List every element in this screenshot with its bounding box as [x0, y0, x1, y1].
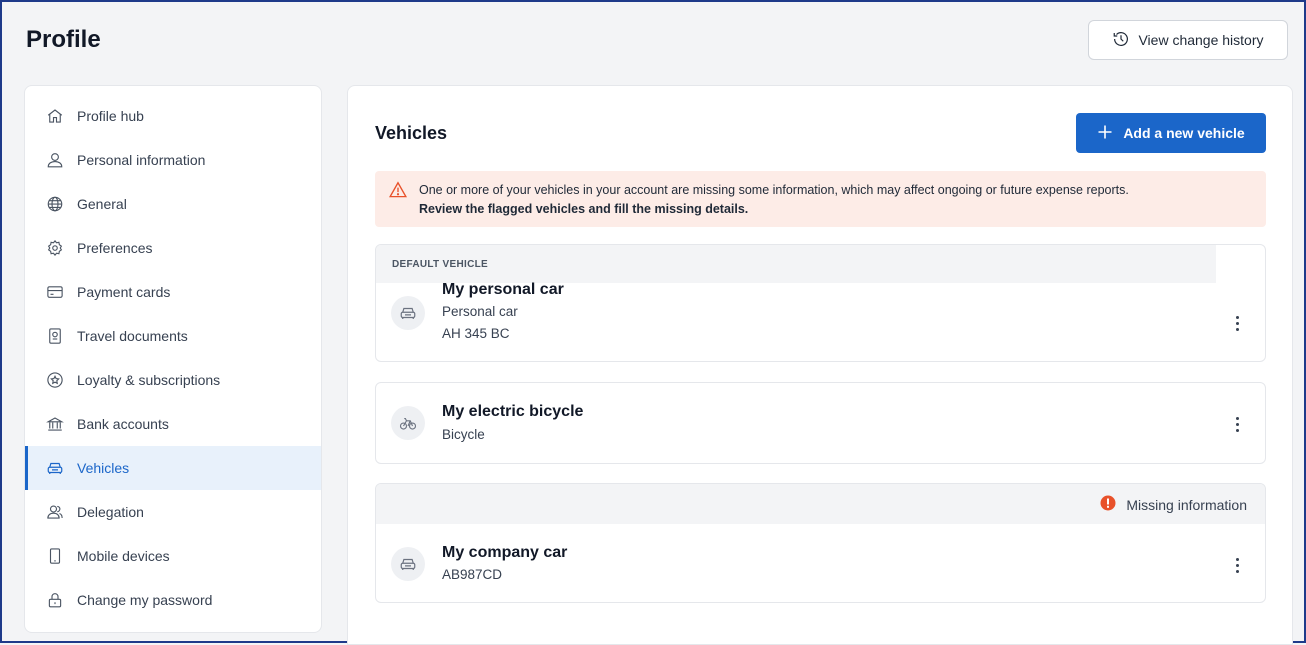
- view-change-history-label: View change history: [1138, 32, 1264, 48]
- error-icon: [1100, 495, 1116, 514]
- sidebar-item-label: Bank accounts: [77, 416, 169, 432]
- car-icon: [391, 296, 425, 330]
- sidebar-item-label: Mobile devices: [77, 548, 170, 564]
- missing-info-alert: One or more of your vehicles in your acc…: [375, 171, 1266, 227]
- sidebar-item-bank-accounts[interactable]: Bank accounts: [25, 402, 321, 446]
- sidebar-item-loyalty-subscriptions[interactable]: Loyalty & subscriptions: [25, 358, 321, 402]
- default-vehicle-label: DEFAULT VEHICLE: [392, 259, 488, 270]
- view-change-history-button[interactable]: View change history: [1088, 20, 1288, 60]
- missing-information-badge: Missing information: [1100, 495, 1247, 514]
- add-vehicle-button[interactable]: Add a new vehicle: [1076, 113, 1266, 153]
- warning-triangle-icon: [388, 181, 408, 204]
- profile-sidebar: Profile hub Personal information General…: [24, 85, 322, 633]
- sidebar-item-travel-documents[interactable]: Travel documents: [25, 314, 321, 358]
- card-icon: [45, 282, 65, 302]
- sidebar-item-label: Profile hub: [77, 108, 144, 124]
- sidebar-item-general[interactable]: General: [25, 182, 321, 226]
- sidebar-item-label: Payment cards: [77, 284, 171, 300]
- alert-line-2: Review the flagged vehicles and fill the…: [419, 202, 749, 216]
- car-icon: [45, 458, 65, 478]
- sidebar-item-label: Personal information: [77, 152, 206, 168]
- sidebar-item-vehicles[interactable]: Vehicles: [25, 446, 321, 490]
- home-icon: [45, 106, 65, 126]
- sidebar-item-personal-information[interactable]: Personal information: [25, 138, 321, 182]
- sidebar-item-change-my-password[interactable]: Change my password: [25, 578, 321, 622]
- sidebar-item-label: Travel documents: [77, 328, 188, 344]
- passport-icon: [45, 326, 65, 346]
- vehicle-type: Personal car: [442, 304, 518, 319]
- sidebar-item-label: General: [77, 196, 127, 212]
- bicycle-icon: [391, 406, 425, 440]
- section-title: Vehicles: [375, 123, 448, 143]
- globe-icon: [45, 194, 65, 214]
- sidebar-item-payment-cards[interactable]: Payment cards: [25, 270, 321, 314]
- more-options-icon[interactable]: [1227, 412, 1247, 436]
- vehicles-panel: Vehicles Add a new vehicle One or more o…: [347, 85, 1293, 645]
- user-icon: [45, 150, 65, 170]
- sidebar-item-profile-hub[interactable]: Profile hub: [25, 94, 321, 138]
- gear-icon: [45, 238, 65, 258]
- vehicle-name: My company car: [442, 544, 568, 561]
- sidebar-item-label: Delegation: [77, 504, 144, 520]
- card-header: DEFAULT VEHICLE: [376, 245, 1216, 283]
- star-badge-icon: [45, 370, 65, 390]
- bank-icon: [45, 414, 65, 434]
- sidebar-item-preferences[interactable]: Preferences: [25, 226, 321, 270]
- phone-icon: [45, 546, 65, 566]
- car-icon: [391, 547, 425, 581]
- sidebar-item-label: Vehicles: [77, 460, 130, 476]
- sidebar-item-label: Loyalty & subscriptions: [77, 372, 221, 388]
- users-icon: [45, 502, 65, 522]
- vehicle-name: My electric bicycle: [442, 403, 584, 420]
- card-header: Missing information: [376, 484, 1265, 524]
- page-title: Profile: [26, 26, 101, 53]
- vehicle-name: My personal car: [442, 281, 564, 298]
- lock-icon: [45, 590, 65, 610]
- more-options-icon[interactable]: [1227, 311, 1247, 335]
- sidebar-item-label: Preferences: [77, 240, 153, 256]
- history-icon: [1112, 30, 1130, 51]
- vehicle-plate: AB987CD: [442, 567, 503, 582]
- sidebar-item-mobile-devices[interactable]: Mobile devices: [25, 534, 321, 578]
- vehicle-card-electric-bicycle[interactable]: My electric bicycle Bicycle: [375, 382, 1266, 464]
- plus-icon: [1097, 124, 1113, 143]
- missing-information-label: Missing information: [1126, 496, 1247, 513]
- sidebar-item-label: Change my password: [77, 592, 213, 608]
- vehicle-card-personal-car[interactable]: DEFAULT VEHICLE My personal car Personal…: [375, 244, 1266, 362]
- vehicle-plate: AH 345 BC: [442, 326, 510, 341]
- more-options-icon[interactable]: [1227, 553, 1247, 577]
- alert-line-1: One or more of your vehicles in your acc…: [419, 183, 1129, 197]
- vehicle-type: Bicycle: [442, 427, 485, 442]
- sidebar-item-delegation[interactable]: Delegation: [25, 490, 321, 534]
- vehicle-card-company-car[interactable]: Missing information My company car AB987…: [375, 483, 1266, 603]
- add-vehicle-label: Add a new vehicle: [1123, 125, 1245, 141]
